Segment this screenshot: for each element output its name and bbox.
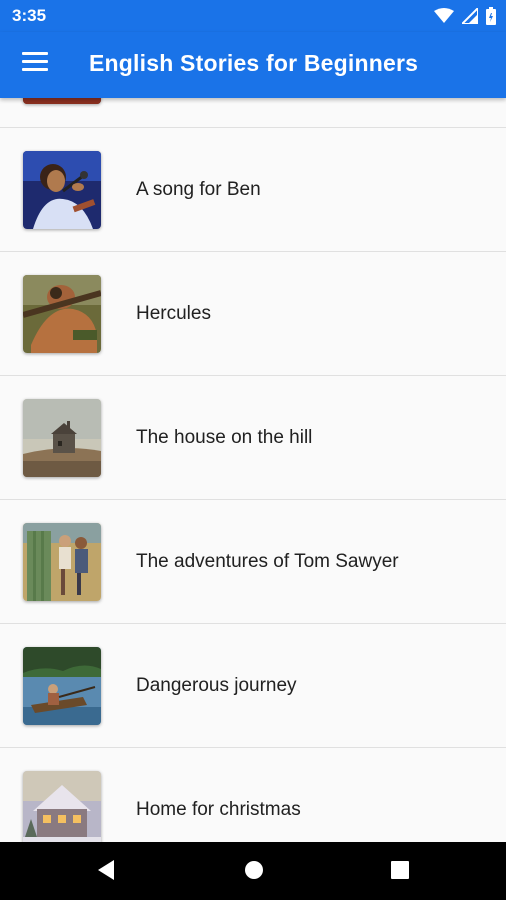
recents-square-icon[interactable] <box>389 858 411 882</box>
status-bar: 3:35 <box>0 0 506 32</box>
hercules-painting-image <box>23 275 101 353</box>
story-row[interactable]: Home for christmas <box>0 748 506 842</box>
app-title: English Stories for Beginners <box>89 50 419 76</box>
singer-with-microphone-image <box>23 151 101 229</box>
tom-sawyer-fence-painting-image <box>23 523 101 601</box>
story-row[interactable]: The adventures of Tom Sawyer <box>0 500 506 624</box>
navigation-bar <box>0 842 506 900</box>
status-icons <box>434 7 496 25</box>
story-title: Home for christmas <box>136 799 301 820</box>
hamburger-menu-icon[interactable] <box>22 52 48 76</box>
story-list[interactable]: A song for Ben Hercules The house on the… <box>0 98 506 842</box>
story-title: The house on the hill <box>136 427 313 448</box>
story-row[interactable]: Hercules <box>0 252 506 376</box>
status-time: 3:35 <box>12 6 47 25</box>
story-title: A song for Ben <box>136 179 261 200</box>
story-title: Dangerous journey <box>136 675 297 696</box>
back-triangle-icon[interactable] <box>96 858 116 882</box>
app-bar: English Stories for Beginners <box>0 32 506 98</box>
story-title: Hercules <box>136 303 211 324</box>
story-row-partial[interactable] <box>0 98 506 128</box>
home-circle-icon[interactable] <box>243 858 265 882</box>
snowy-house-painting-image <box>23 771 101 842</box>
battery-icon <box>486 7 496 25</box>
house-on-hill-painting-image <box>23 399 101 477</box>
story-row[interactable]: Dangerous journey <box>0 624 506 748</box>
partial-story-thumbnail <box>23 98 101 104</box>
story-row[interactable]: A song for Ben <box>0 128 506 252</box>
wifi-icon <box>434 8 454 23</box>
story-row[interactable]: The house on the hill <box>0 376 506 500</box>
boat-on-river-painting-image <box>23 647 101 725</box>
story-title: The adventures of Tom Sawyer <box>136 551 399 572</box>
cell-signal-icon <box>462 8 478 24</box>
